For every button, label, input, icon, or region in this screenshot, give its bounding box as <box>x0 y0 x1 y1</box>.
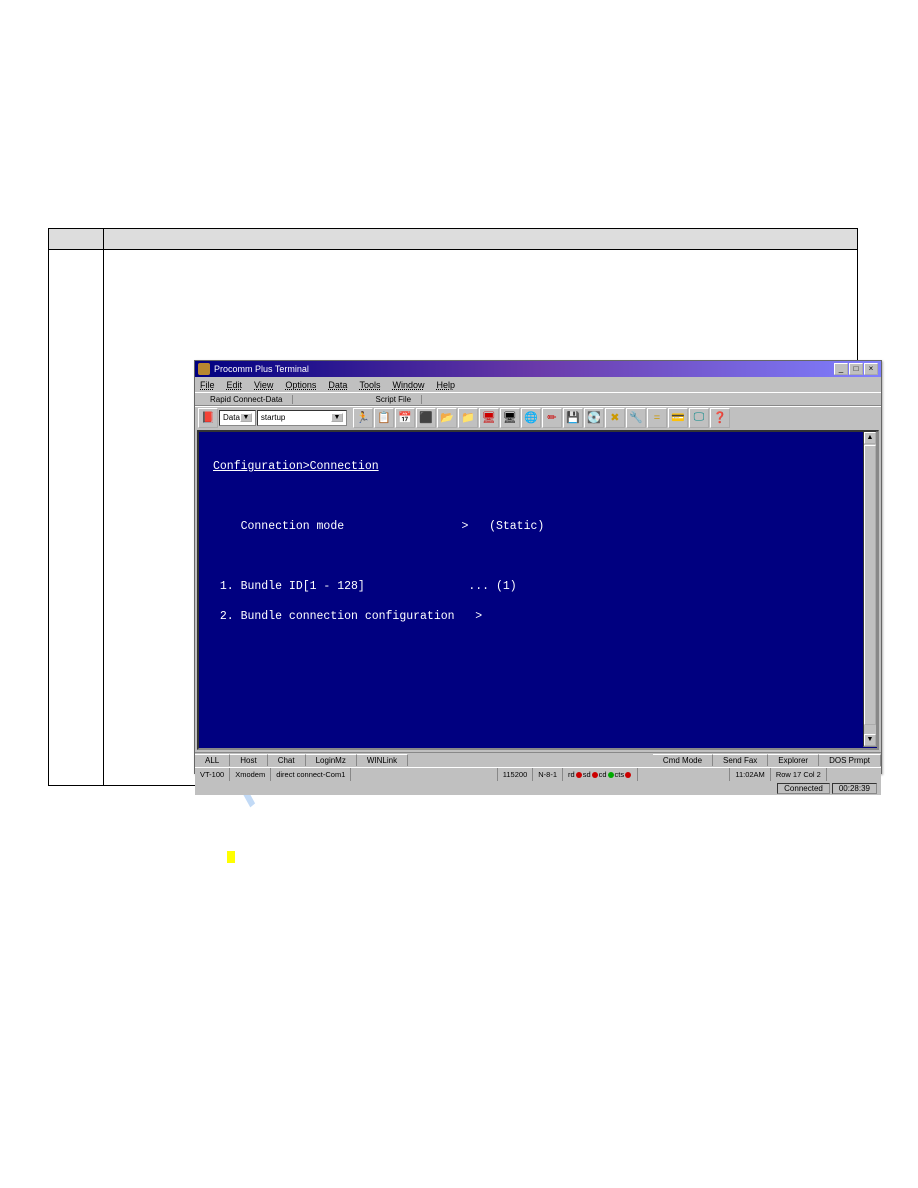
globe-icon[interactable]: 🌐 <box>521 408 541 428</box>
terminal-prompt: > <box>220 850 227 863</box>
card-icon[interactable]: 💳 <box>668 408 688 428</box>
sub-toolbar-labels: Rapid Connect-Data Script File <box>195 392 881 406</box>
scroll-down-button[interactable]: ▼ <box>864 734 876 746</box>
connection-mode-arrow: > <box>461 520 468 533</box>
terminal-breadcrumb: Configuration>Connection <box>213 460 379 473</box>
body-cell-left <box>49 250 104 785</box>
edit-icon[interactable]: ✏ <box>542 408 562 428</box>
run-icon[interactable]: 🏃 <box>353 408 373 428</box>
menu-file[interactable]: File <box>200 380 215 390</box>
app-window: Procomm Plus Terminal _ □ × File Edit Vi… <box>194 360 882 774</box>
vertical-scrollbar[interactable]: ▲ ▼ <box>863 431 877 747</box>
menu-tools[interactable]: Tools <box>359 380 380 390</box>
terminal-viewport[interactable]: Configuration>Connection Connection mode… <box>197 430 879 750</box>
script-dropdown-value: startup <box>261 413 285 422</box>
scroll-up-button[interactable]: ▲ <box>864 432 876 444</box>
rapid-connect-label: Rapid Connect-Data <box>200 395 293 404</box>
menu-view[interactable]: View <box>254 380 273 390</box>
toolbar: 📕 Data ▼ startup ▼ 🏃 📋 📅 ⬛ 📂 📁 <box>195 406 881 428</box>
calendar-icon[interactable]: 📅 <box>395 408 415 428</box>
app-icon <box>198 363 210 375</box>
monitor-red-icon[interactable]: 🖥 <box>479 408 499 428</box>
header-cell-right <box>104 229 857 249</box>
table-header-row <box>49 229 857 250</box>
menu-options[interactable]: Options <box>285 380 316 390</box>
connection-mode-label: Connection mode <box>213 520 344 533</box>
script-dropdown[interactable]: startup ▼ <box>257 410 347 426</box>
header-cell-left <box>49 229 104 249</box>
menu-bar: File Edit View Options Data Tools Window… <box>195 377 881 392</box>
connect-dropdown[interactable]: Data ▼ <box>219 410 256 426</box>
menu-help[interactable]: Help <box>436 380 455 390</box>
terminal-select-msg: Please select item <1 to 2> <box>213 909 863 924</box>
disk-icon[interactable]: 💽 <box>584 408 604 428</box>
equals-icon[interactable]: = <box>647 408 667 428</box>
terminal-mngr: 1 Mngr/s <box>703 970 758 983</box>
menu-item-1-dots: ... <box>468 580 489 593</box>
menu-data[interactable]: Data <box>328 380 347 390</box>
book-icon[interactable]: 📕 <box>198 408 218 428</box>
connection-mode-value: (Static) <box>489 520 544 533</box>
menu-item-1-value: (1) <box>496 580 517 593</box>
menu-item-2: 2. Bundle connection configuration <box>213 610 455 623</box>
body-cell-right: Procomm Plus Terminal _ □ × File Edit Vi… <box>104 250 857 785</box>
terminal-help-line: ESC-prev.menu; !-main menu; &-exit <box>213 970 448 983</box>
script-file-label: Script File <box>365 395 422 404</box>
clipboard-icon[interactable]: 📋 <box>374 408 394 428</box>
title-bar[interactable]: Procomm Plus Terminal _ □ × <box>195 361 881 377</box>
chevron-down-icon: ▼ <box>331 413 343 422</box>
monitor-icon[interactable]: 🖥 <box>500 408 520 428</box>
terminal-separator: - - - - - - - - - - - - - - - - - - - - … <box>213 999 863 1014</box>
folder-open-icon[interactable]: 📂 <box>437 408 457 428</box>
scroll-thumb[interactable] <box>864 445 876 725</box>
menu-edit[interactable]: Edit <box>227 380 243 390</box>
menu-window[interactable]: Window <box>392 380 424 390</box>
folder-icon[interactable]: 📁 <box>458 408 478 428</box>
menu-item-2-arrow: > <box>475 610 482 623</box>
maximize-button[interactable]: □ <box>849 363 863 375</box>
menu-item-1: 1. Bundle ID[1 - 128] <box>213 580 365 593</box>
stop-icon[interactable]: ⬛ <box>416 408 436 428</box>
floppy-icon[interactable]: 💾 <box>563 408 583 428</box>
document-frame: Procomm Plus Terminal _ □ × File Edit Vi… <box>48 228 858 786</box>
help-icon[interactable]: ❓ <box>710 408 730 428</box>
close-button[interactable]: × <box>864 363 878 375</box>
connect-dropdown-value: Data <box>223 413 240 422</box>
window-title: Procomm Plus Terminal <box>214 364 834 374</box>
terminal-cursor <box>227 851 235 863</box>
chevron-down-icon: ▼ <box>240 413 252 422</box>
screen-icon[interactable]: 🖵 <box>689 408 709 428</box>
tool-icon[interactable]: 🔧 <box>626 408 646 428</box>
terminal-content: Configuration>Connection Connection mode… <box>213 444 863 1029</box>
minimize-button[interactable]: _ <box>834 363 848 375</box>
cross-icon[interactable]: ✖ <box>605 408 625 428</box>
